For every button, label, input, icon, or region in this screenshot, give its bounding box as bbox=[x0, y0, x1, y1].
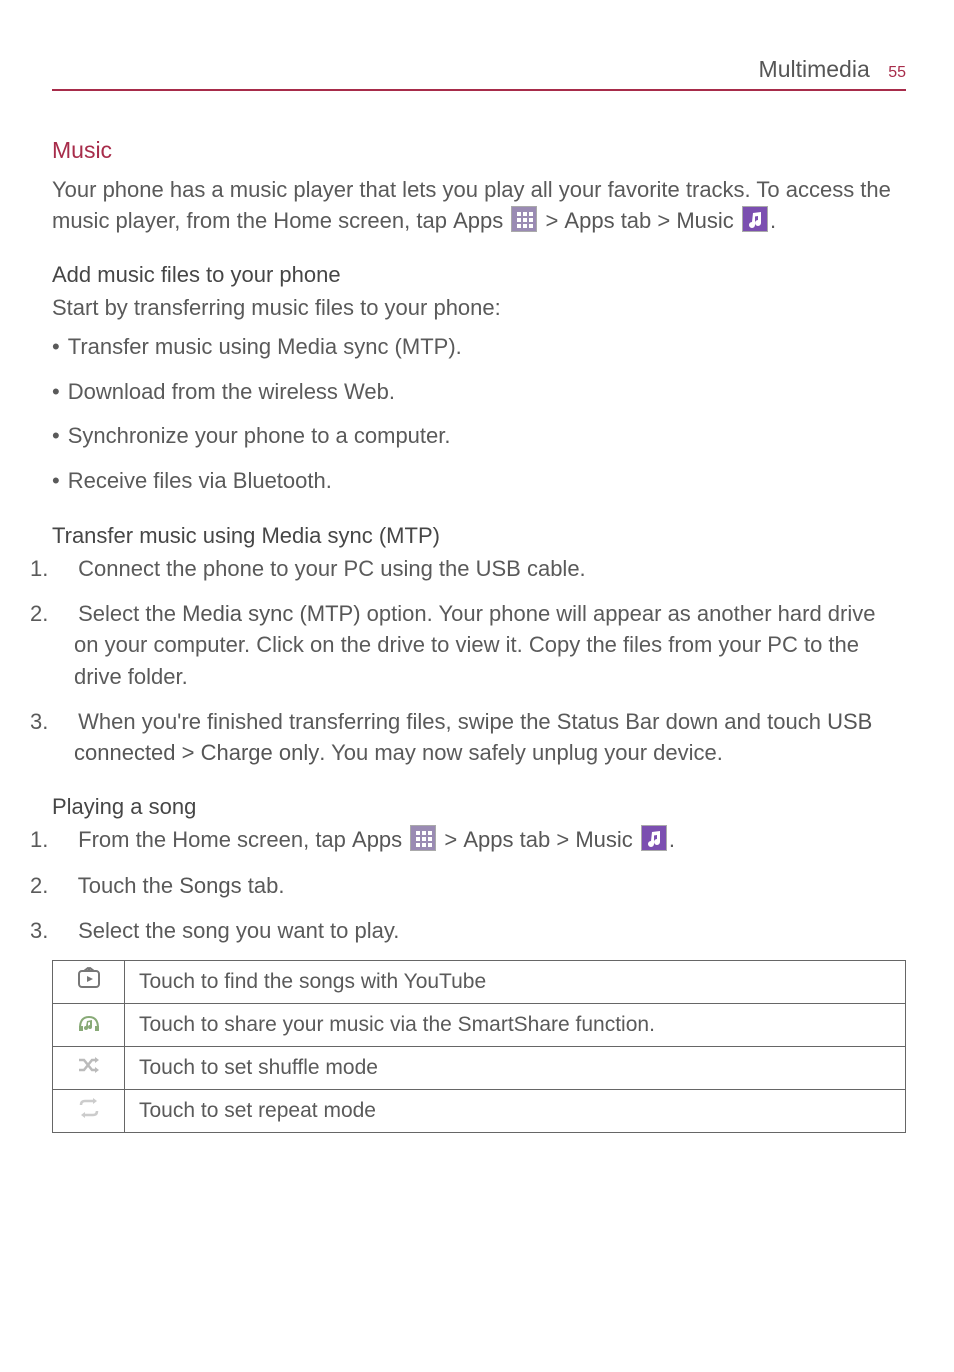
list-item: 3. Select the song you want to play. bbox=[52, 915, 906, 946]
play-period: . bbox=[669, 827, 675, 852]
play2c: tab. bbox=[242, 873, 285, 898]
step3e: . You may now safely unplug your device. bbox=[319, 740, 723, 765]
smartshare-icon bbox=[76, 1010, 102, 1034]
list-item: 2. Select the Media sync (MTP) option. Y… bbox=[52, 598, 906, 692]
list-item: 3. When you're finished transferring fil… bbox=[52, 706, 906, 768]
page-header: Multimedia 55 bbox=[52, 56, 906, 91]
music-icon bbox=[742, 206, 768, 232]
table-cell: Touch to find the songs with YouTube bbox=[125, 961, 906, 1004]
table-cell: Touch to share your music via the SmartS… bbox=[125, 1004, 906, 1047]
music-heading: Music bbox=[52, 137, 906, 164]
icon-cell bbox=[53, 961, 125, 1004]
period-1: . bbox=[770, 208, 776, 233]
icon-cell bbox=[53, 1047, 125, 1090]
header-section-title: Multimedia bbox=[759, 56, 870, 82]
section-playing: Playing a song 1. From the Home screen, … bbox=[52, 794, 906, 946]
list-item: 1. From the Home screen, tap Apps > Apps… bbox=[52, 824, 906, 855]
step2a: Select the bbox=[78, 601, 182, 626]
bullet-item: Synchronize your phone to a computer. bbox=[52, 421, 906, 452]
table-row: Touch to set repeat mode bbox=[53, 1090, 906, 1133]
table-row: Touch to find the songs with YouTube bbox=[53, 961, 906, 1004]
play-apps-label: Apps bbox=[352, 827, 402, 852]
list-item: 1. Connect the phone to your PC using th… bbox=[52, 553, 906, 584]
table-row: Touch to share your music via the SmartS… bbox=[53, 1004, 906, 1047]
table-cell: Touch to set repeat mode bbox=[125, 1090, 906, 1133]
play-music-label: Music bbox=[575, 827, 632, 852]
play2a: Touch the bbox=[78, 873, 180, 898]
table-row: Touch to set shuffle mode bbox=[53, 1047, 906, 1090]
table-cell: Touch to set shuffle mode bbox=[125, 1047, 906, 1090]
section-add-music: Add music files to your phone Start by t… bbox=[52, 262, 906, 496]
play-steps: 1. From the Home screen, tap Apps > Apps… bbox=[52, 824, 906, 946]
controls-table: Touch to find the songs with YouTube Tou… bbox=[52, 960, 906, 1133]
play-heading: Playing a song bbox=[52, 794, 906, 820]
icon-cell bbox=[53, 1004, 125, 1047]
add-heading: Add music files to your phone bbox=[52, 262, 906, 288]
shuffle-icon bbox=[76, 1053, 102, 1077]
bullet-item: Transfer music using Media sync (MTP). bbox=[52, 332, 906, 363]
apps-icon bbox=[511, 206, 537, 232]
section-music: Music Your phone has a music player that… bbox=[52, 137, 906, 236]
step3a: When you're finished transferring files,… bbox=[78, 709, 827, 734]
bullet-item: Receive files via Bluetooth. bbox=[52, 466, 906, 497]
add-intro: Start by transferring music files to you… bbox=[52, 292, 906, 323]
list-item: 2. Touch the Songs tab. bbox=[52, 870, 906, 901]
play-apps-tab: Apps bbox=[463, 827, 513, 852]
repeat-icon bbox=[76, 1096, 102, 1120]
play-gt: > bbox=[438, 827, 463, 852]
apps-label: Apps bbox=[453, 208, 503, 233]
step3c: > bbox=[176, 740, 201, 765]
play2b: Songs bbox=[179, 873, 241, 898]
page-number: 55 bbox=[888, 64, 906, 81]
transfer-steps: 1. Connect the phone to your PC using th… bbox=[52, 553, 906, 768]
play1a: From the Home screen, tap bbox=[78, 827, 352, 852]
music-label: Music bbox=[676, 208, 733, 233]
add-bullets: Transfer music using Media sync (MTP). D… bbox=[52, 332, 906, 497]
step1-text: Connect the phone to your PC using the U… bbox=[78, 556, 586, 581]
apps-icon bbox=[410, 825, 436, 851]
tab-word-1: tab > bbox=[615, 208, 677, 233]
youtube-icon bbox=[76, 967, 102, 991]
step3d: Charge only bbox=[201, 740, 320, 765]
bullet-item: Download from the wireless Web. bbox=[52, 377, 906, 408]
icon-cell bbox=[53, 1090, 125, 1133]
music-icon bbox=[641, 825, 667, 851]
section-transfer: Transfer music using Media sync (MTP) 1.… bbox=[52, 523, 906, 768]
play-tab-word: tab > bbox=[514, 827, 576, 852]
transfer-heading: Transfer music using Media sync (MTP) bbox=[52, 523, 906, 549]
apps-tab-label: Apps bbox=[564, 208, 614, 233]
play3: Select the song you want to play. bbox=[78, 918, 399, 943]
music-intro: Your phone has a music player that lets … bbox=[52, 174, 906, 236]
gt-1: > bbox=[539, 208, 564, 233]
step2b: Media sync (MTP) bbox=[182, 601, 360, 626]
